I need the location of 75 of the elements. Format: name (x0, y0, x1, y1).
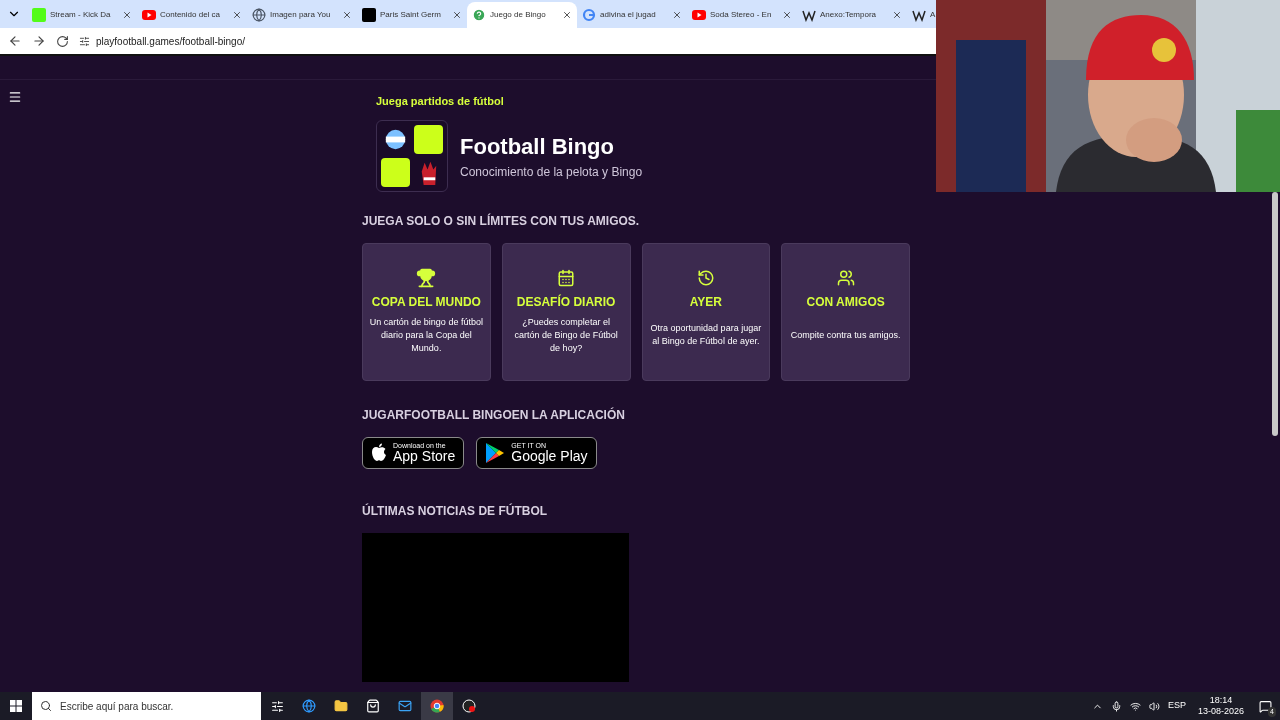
tab-title: Imagen para You (270, 9, 332, 21)
card-text: Un cartón de bingo de fútbol diario para la Copa del Mundo. (369, 315, 484, 355)
section-heading: ÚLTIMAS NOTICIAS DE FÚTBOL (362, 502, 549, 520)
card-text: Compite contra tus amigos. (790, 328, 901, 342)
windows-logo-icon[interactable] (10, 700, 22, 712)
card-title: AYER (689, 293, 722, 311)
kick-logo-icon (32, 8, 46, 22)
menu-icon (8, 90, 22, 104)
mode-card[interactable]: DESAFÍO DIARIO ¿Puedes completar el cartón de Bingo de Fútbol de hoy? (501, 242, 631, 381)
tab-title: Stream - Kick Da (50, 9, 112, 21)
close-icon[interactable] (122, 10, 132, 20)
browser-tab[interactable]: Anexo:Tempora (797, 2, 907, 28)
tab-title: adivina el jugad (600, 9, 657, 21)
forward-icon[interactable] (32, 34, 46, 48)
card-title: DESAFÍO DIARIO (516, 293, 616, 311)
tab-title: A (930, 9, 936, 21)
wifi-icon[interactable] (1129, 700, 1141, 712)
close-icon[interactable] (892, 10, 902, 20)
wiki-icon (912, 8, 926, 22)
browser-tab[interactable]: Soda Stereo - En (687, 2, 797, 28)
play-logo-icon (485, 441, 506, 464)
reload-icon[interactable] (56, 34, 69, 48)
close-icon[interactable] (562, 10, 572, 20)
volume-icon[interactable] (1148, 700, 1160, 712)
eyebrow-text: Juega partidos de fútbol (376, 94, 505, 109)
section-heading: JUGARFOOTBALL BINGOEN LA APLICACIÓN (362, 406, 626, 424)
chrome-icon[interactable] (421, 692, 453, 720)
mode-card[interactable]: COPA DEL MUNDO Un cartón de bingo de fútbol diario para la Copa del Mundo. (362, 242, 491, 381)
tab-title: Contenido del ca (160, 9, 222, 21)
browser-tab[interactable]: Contenido del ca (137, 2, 247, 28)
card-title: CON AMIGOS (806, 293, 885, 311)
users-icon (836, 268, 855, 287)
taskbar-search-field[interactable]: Escribe aquí para buscar. (32, 692, 261, 720)
calendar-icon (557, 268, 576, 287)
browser-tab[interactable]: Stream - Kick Da (27, 2, 137, 28)
history-icon (696, 268, 715, 287)
page-title: Football Bingo (460, 133, 615, 161)
clock[interactable]: 18:14 13-08-2026 (1193, 695, 1248, 717)
news-logo-icon (362, 8, 376, 22)
browser-tab[interactable]: adivina el jugad (577, 2, 687, 28)
youtube-icon (692, 8, 706, 22)
tab-title: Soda Stereo - En (710, 9, 773, 21)
wiki-icon (802, 8, 816, 22)
tab-title: Juego de Bingo (490, 9, 547, 21)
url-text[interactable]: playfootball.games/football-bingo/ (96, 33, 245, 49)
close-icon[interactable] (672, 10, 682, 20)
close-icon[interactable] (452, 10, 462, 20)
card-text: ¿Puedes completar el cartón de Bingo de Fútbol de hoy? (513, 315, 619, 355)
browser-tab[interactable]: Imagen para You (247, 2, 357, 28)
card-title: COPA DEL MUNDO (371, 293, 481, 311)
page-subtitle: Conocimiento de la pelota y Bingo (460, 164, 643, 181)
apple-logo-icon (371, 443, 387, 462)
close-icon[interactable] (232, 10, 242, 20)
menu-button[interactable] (8, 90, 22, 104)
section-heading: JUEGA SOLO O SIN LÍMITES CON TUS AMIGOS. (362, 212, 641, 230)
scrollbar-thumb[interactable] (1272, 192, 1278, 436)
language-indicator[interactable]: ESP (1167, 699, 1186, 713)
back-icon[interactable] (8, 34, 22, 48)
card-text: Otra oportunidad para jugar al Bingo de Fútbol de ayer. (649, 322, 763, 348)
browser-tab[interactable]: Paris Saint Germ (357, 2, 467, 28)
mode-card[interactable]: AYER Otra oportunidad para jugar al Bingo de Fútbol de ayer. (641, 242, 771, 381)
close-icon[interactable] (342, 10, 352, 20)
globe-icon (252, 8, 266, 22)
help-icon (472, 8, 486, 22)
tab-title: Paris Saint Germ (380, 9, 442, 21)
mode-card[interactable]: CON AMIGOS Compite contra tus amigos. (781, 242, 910, 381)
tab-title: Anexo:Tempora (820, 9, 878, 21)
youtube-icon (142, 8, 156, 22)
microphone-icon[interactable] (1110, 700, 1122, 712)
browser-tab[interactable]: Juego de Bingo (467, 2, 577, 28)
browser-tab[interactable]: A (907, 2, 936, 28)
google-icon (582, 8, 596, 22)
search-icon (40, 700, 52, 712)
close-icon[interactable] (782, 10, 792, 20)
site-settings-icon[interactable] (79, 35, 90, 47)
